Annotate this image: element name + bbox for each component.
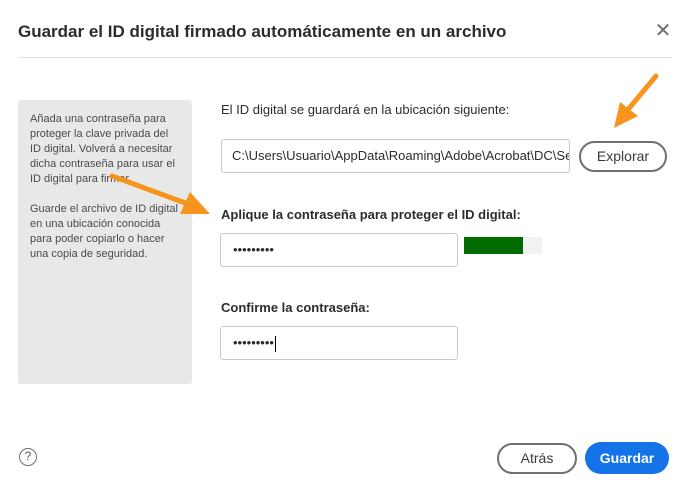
help-icon[interactable]: ? (19, 448, 37, 466)
dialog-title: Guardar el ID digital firmado automática… (18, 22, 507, 41)
info-paragraph-password: Añada una contraseña para proteger la cl… (30, 113, 175, 185)
password-strength-meter (464, 237, 542, 254)
confirm-password-input[interactable]: ••••••••• (220, 326, 458, 360)
password-input[interactable]: ••••••••• (220, 233, 458, 267)
password-strength-fill (464, 237, 524, 254)
title-divider (18, 57, 672, 58)
save-digital-id-dialog: Guardar el ID digital firmado automática… (0, 0, 690, 494)
password-label: Aplique la contraseña para proteger el I… (221, 207, 521, 222)
confirm-password-value: ••••••••• (233, 335, 274, 350)
save-button[interactable]: Guardar (585, 442, 669, 474)
back-button[interactable]: Atrás (497, 443, 577, 474)
info-paragraph-backup: Guarde el archivo de ID digital en una u… (30, 203, 178, 260)
browse-button[interactable]: Explorar (579, 141, 667, 172)
location-path-field[interactable]: C:\Users\Usuario\AppData\Roaming\Adobe\A… (221, 139, 570, 173)
password-value: ••••••••• (233, 242, 274, 257)
location-label: El ID digital se guardará en la ubicació… (221, 102, 510, 117)
confirm-password-label: Confirme la contraseña: (221, 300, 370, 315)
arrow-annotation-icon (614, 73, 659, 128)
info-panel: Añada una contraseña para proteger la cl… (18, 100, 192, 384)
text-caret (274, 335, 276, 352)
close-icon[interactable]: ✕ (652, 20, 674, 42)
